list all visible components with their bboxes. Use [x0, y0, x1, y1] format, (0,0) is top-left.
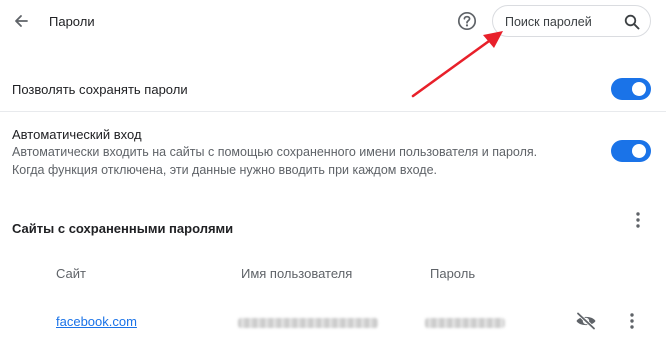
- column-header-username: Имя пользователя: [241, 266, 353, 281]
- password-masked: [425, 318, 505, 328]
- column-header-site: Сайт: [56, 266, 86, 281]
- offer-to-save-toggle[interactable]: [611, 78, 651, 100]
- more-vert-icon: [636, 212, 640, 228]
- eye-off-icon: [576, 312, 596, 330]
- toggle-knob: [632, 144, 646, 158]
- search-input[interactable]: [505, 12, 617, 32]
- column-header-password: Пароль: [430, 266, 476, 281]
- more-vert-icon: [630, 313, 634, 329]
- auto-signin-description-line2: Когда функция отключена, эти данные нужн…: [12, 163, 437, 177]
- page-title: Пароли: [49, 14, 95, 29]
- saved-passwords-title: Сайты с сохраненными паролями: [12, 221, 234, 236]
- search-icon[interactable]: [624, 14, 640, 30]
- saved-passwords-more-button[interactable]: [628, 208, 648, 232]
- auto-signin-label: Автоматический вход: [12, 127, 142, 142]
- back-button[interactable]: [8, 8, 34, 34]
- offer-to-save-label: Позволять сохранять пароли: [12, 82, 188, 97]
- row-more-button[interactable]: [622, 309, 642, 333]
- auto-signin-toggle[interactable]: [611, 140, 651, 162]
- toggle-knob: [632, 82, 646, 96]
- auto-signin-description-line1: Автоматически входить на сайты с помощью…: [12, 145, 538, 159]
- search-box[interactable]: [492, 5, 651, 37]
- help-circle-icon: [457, 11, 477, 31]
- arrow-back-icon: [15, 15, 28, 27]
- header-bar: Пароли: [0, 0, 666, 44]
- username-blurred: [238, 318, 378, 328]
- show-password-button[interactable]: [574, 309, 598, 333]
- site-link[interactable]: facebook.com: [56, 314, 137, 329]
- divider: [0, 111, 666, 112]
- help-button[interactable]: [455, 9, 479, 33]
